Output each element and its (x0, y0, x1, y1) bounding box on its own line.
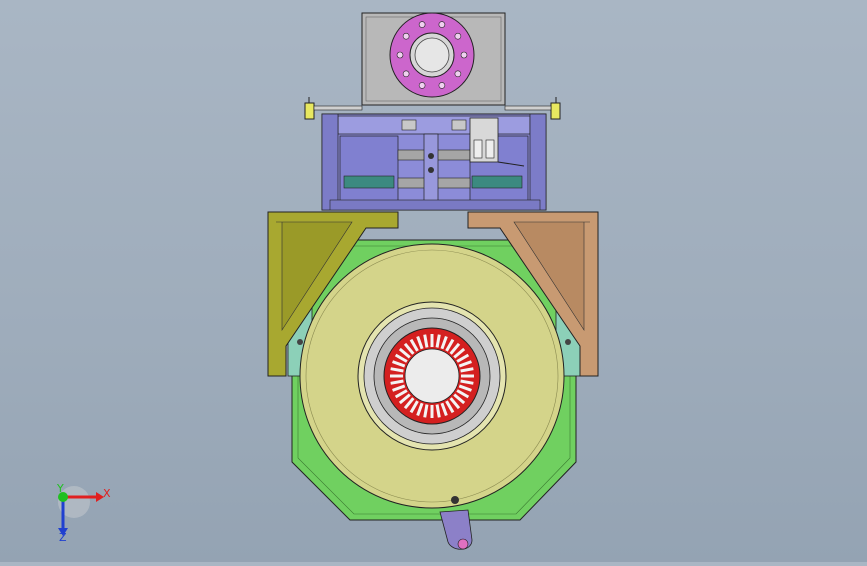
z-axis-label: Z (59, 531, 67, 544)
flange-ring[interactable] (389, 12, 475, 98)
x-axis-label: X (103, 487, 111, 500)
flange-bolt-hole (454, 32, 462, 40)
bottom-lever[interactable] (439, 509, 473, 550)
flange-bolt-hole (438, 21, 446, 28)
y-axis-label: Y (56, 482, 64, 495)
flange-bolt-hole (418, 21, 426, 28)
flange-bolt-hole (418, 82, 426, 89)
flange-bolt-hole (460, 51, 468, 59)
flange-bolt-hole (454, 70, 462, 78)
flange-bolt-hole (402, 32, 410, 40)
coordinate-triad: X Y Z (56, 482, 111, 544)
flange-bolt-hole (438, 82, 446, 89)
graphics-viewport[interactable]: X Y Z (0, 0, 867, 562)
flange-bolt-hole (402, 70, 410, 78)
cad-model-view[interactable]: X Y Z (0, 0, 867, 562)
flange-bolt-hole (396, 51, 404, 59)
stator-core[interactable] (383, 327, 481, 425)
cylinder-assembly[interactable] (321, 113, 547, 211)
